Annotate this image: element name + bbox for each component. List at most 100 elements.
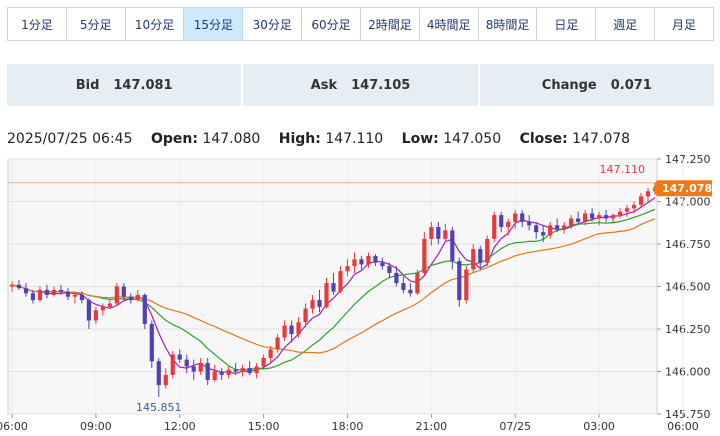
candle-body[interactable] — [569, 218, 574, 226]
candle-body[interactable] — [128, 296, 133, 301]
tab-timeframe[interactable]: 30分足 — [242, 8, 302, 40]
candle-body[interactable] — [177, 354, 182, 360]
candle-body[interactable] — [520, 213, 525, 222]
candle-body[interactable] — [282, 325, 287, 338]
tab-timeframe[interactable]: 10分足 — [124, 8, 184, 40]
candle-body[interactable] — [226, 369, 231, 375]
candle-body[interactable] — [79, 295, 84, 301]
candle-body[interactable] — [471, 249, 476, 270]
candle-body[interactable] — [562, 225, 567, 229]
candle-body[interactable] — [30, 293, 36, 301]
candle-body[interactable] — [324, 283, 329, 307]
candle-body[interactable] — [610, 215, 616, 219]
candle-body[interactable] — [51, 289, 57, 295]
candle-body[interactable] — [401, 283, 406, 290]
candle-body[interactable] — [464, 269, 469, 301]
candle-body[interactable] — [212, 371, 217, 381]
tab-timeframe[interactable]: 15分足 — [183, 8, 243, 40]
candle-body[interactable] — [142, 295, 147, 324]
candle-body[interactable] — [387, 266, 392, 273]
candle-body[interactable] — [149, 323, 154, 362]
candle-body[interactable] — [345, 266, 350, 272]
candle-body[interactable] — [394, 272, 399, 284]
candle-body[interactable] — [596, 215, 602, 219]
candle-body[interactable] — [541, 232, 546, 236]
candle-body[interactable] — [233, 369, 238, 372]
candle-body[interactable] — [135, 295, 140, 301]
candle-body[interactable] — [513, 213, 518, 222]
candle-body[interactable] — [317, 300, 322, 307]
candle-body[interactable] — [121, 286, 126, 297]
candle-body[interactable] — [359, 259, 364, 265]
candle-body[interactable] — [72, 295, 77, 297]
candle-body[interactable] — [499, 215, 504, 227]
candle-body[interactable] — [436, 227, 441, 239]
candle-body[interactable] — [485, 238, 490, 263]
candle-body[interactable] — [450, 230, 455, 261]
candle-body[interactable] — [296, 322, 301, 335]
candle-body[interactable] — [198, 363, 203, 372]
tab-timeframe[interactable]: 月足 — [654, 8, 713, 40]
candle-body[interactable] — [163, 374, 168, 386]
candle-body[interactable] — [261, 357, 266, 367]
candle-body[interactable] — [548, 225, 553, 236]
tab-timeframe[interactable]: 1分足 — [8, 8, 66, 40]
candle-body[interactable] — [37, 289, 43, 301]
candle-body[interactable] — [631, 204, 637, 209]
candle-body[interactable] — [184, 359, 189, 367]
candle-body[interactable] — [23, 288, 29, 294]
candle-body[interactable] — [65, 291, 71, 297]
candle-body[interactable] — [366, 255, 371, 265]
candle-body[interactable] — [506, 221, 511, 227]
candle-body[interactable] — [219, 371, 224, 375]
candle-body[interactable] — [205, 363, 210, 380]
candle-body[interactable] — [254, 366, 259, 374]
candle-body[interactable] — [645, 191, 651, 197]
candle-body[interactable] — [107, 303, 112, 307]
candle-body[interactable] — [114, 286, 119, 304]
tab-timeframe[interactable]: 2時間足 — [359, 8, 419, 40]
tab-timeframe[interactable]: 日足 — [536, 8, 596, 40]
candle-body[interactable] — [352, 259, 357, 267]
candle-body[interactable] — [44, 289, 50, 295]
candle-body[interactable] — [331, 283, 336, 292]
candle-body[interactable] — [527, 221, 532, 226]
candle-body[interactable] — [86, 300, 91, 321]
candle-body[interactable] — [16, 284, 22, 289]
tab-timeframe[interactable]: 60分足 — [301, 8, 360, 40]
candle-body[interactable] — [303, 308, 308, 323]
tab-timeframe[interactable]: 5分足 — [65, 8, 125, 40]
candle-body[interactable] — [93, 310, 98, 321]
candle-body[interactable] — [555, 225, 560, 229]
candle-body[interactable] — [638, 196, 644, 205]
tab-timeframe[interactable]: 4時間足 — [418, 8, 478, 40]
candle-body[interactable] — [534, 225, 539, 233]
candle-body[interactable] — [617, 211, 623, 216]
candle-body[interactable] — [310, 300, 315, 309]
candle-body[interactable] — [275, 337, 280, 350]
tab-timeframe[interactable]: 週足 — [595, 8, 655, 40]
candle-body[interactable] — [415, 272, 420, 294]
candle-body[interactable] — [240, 368, 245, 372]
candle-body[interactable] — [576, 218, 581, 222]
candle-body[interactable] — [478, 249, 483, 263]
candle-body[interactable] — [603, 215, 609, 219]
tab-timeframe[interactable]: 8時間足 — [477, 8, 537, 40]
candle-body[interactable] — [408, 289, 413, 294]
candle-body[interactable] — [422, 238, 427, 273]
candle-body[interactable] — [583, 213, 588, 222]
candle-body[interactable] — [156, 361, 161, 386]
candle-body[interactable] — [170, 354, 175, 375]
candle-body[interactable] — [338, 271, 343, 292]
candle-body[interactable] — [289, 325, 294, 335]
candle-body[interactable] — [268, 349, 273, 358]
candle-body[interactable] — [443, 230, 448, 239]
candle-body[interactable] — [9, 284, 15, 287]
candle-body[interactable] — [58, 289, 64, 292]
candle-body[interactable] — [457, 261, 462, 301]
candlestick-chart[interactable]: 147.250 147.000 146.750 146.500 146.250 146.0… — [0, 150, 720, 436]
candle-body[interactable] — [191, 366, 196, 372]
candle-body[interactable] — [429, 227, 434, 239]
candle-body[interactable] — [247, 368, 252, 374]
candle-body[interactable] — [380, 262, 385, 267]
